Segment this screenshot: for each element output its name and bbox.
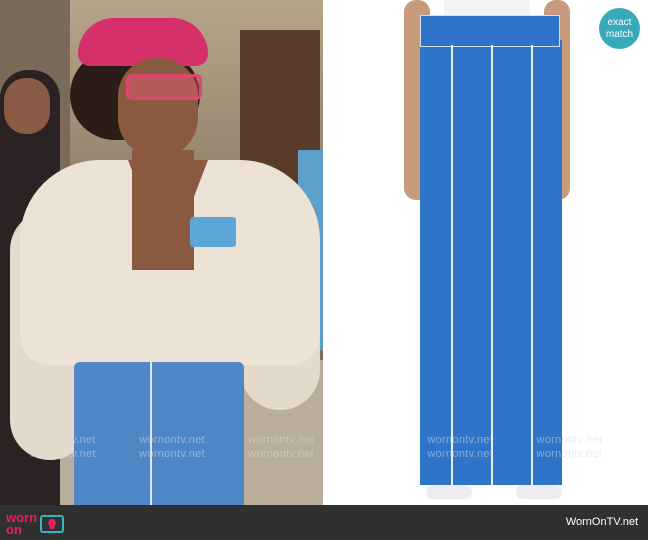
watermark-row-1: wornontv.net wornontv.net wornontv.net w…	[0, 434, 648, 446]
face	[118, 58, 198, 158]
blouse-neckline	[128, 160, 208, 265]
watermark-row-2: wornontv.net wornontv.net wornontv.net w…	[0, 448, 648, 460]
watermark: wornontv.net	[248, 448, 315, 460]
watermark: wornontv.net	[536, 448, 603, 460]
watermark: wornontv.net	[30, 448, 96, 460]
watermark: wornontv.net	[427, 434, 494, 446]
jeans-seam-right	[531, 45, 533, 485]
name-tag	[190, 217, 236, 247]
watermark: wornontv.net	[248, 434, 315, 446]
episode-still-photo	[0, 0, 323, 505]
footer-bar: worn on WornOnTV.net	[0, 505, 648, 540]
exact-match-badge: exact match	[599, 8, 640, 49]
badge-line-2: match	[605, 28, 634, 40]
shoe-left	[426, 485, 472, 499]
pink-beret	[78, 18, 208, 66]
flare-jeans-right-leg	[482, 40, 562, 485]
watermark: wornontv.net	[30, 434, 96, 446]
watermark: wornontv.net	[139, 434, 205, 446]
jeans-waistband	[420, 15, 560, 47]
jeans-seam-left	[451, 45, 453, 485]
watermark: wornontv.net	[139, 448, 205, 460]
watermark: wornontv.net	[536, 434, 603, 446]
site-name[interactable]: WornOnTV.net	[566, 516, 638, 528]
logo-word-on: on	[6, 522, 22, 537]
pink-sunglasses	[126, 74, 202, 100]
product-photo	[326, 0, 648, 505]
background-person-face	[4, 78, 50, 134]
watermark: wornontv.net	[427, 448, 494, 460]
tv-dress-logo-icon	[40, 515, 65, 533]
badge-line-1: exact	[607, 16, 632, 28]
shoe-right	[516, 485, 562, 499]
jeans-center-seam	[491, 45, 493, 485]
logo-wordmark: worn on	[6, 511, 37, 537]
wornontv-logo[interactable]: worn on	[6, 511, 65, 537]
